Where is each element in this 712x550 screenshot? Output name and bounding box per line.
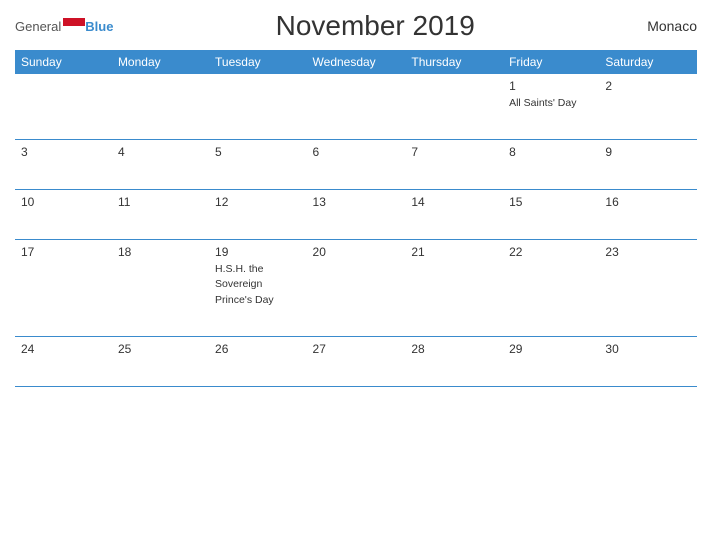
weekday-header-row: Sunday Monday Tuesday Wednesday Thursday… (15, 50, 697, 74)
calendar-cell: 25 (112, 336, 209, 386)
page-header: General Blue November 2019 Monaco (15, 10, 697, 42)
calendar-cell: 23 (599, 239, 697, 336)
day-number: 7 (411, 145, 497, 159)
calendar-cell: 24 (15, 336, 112, 386)
calendar-week-1: 3456789 (15, 139, 697, 189)
day-number: 20 (313, 245, 400, 259)
day-number: 2 (605, 79, 691, 93)
calendar-cell: 26 (209, 336, 306, 386)
day-number: 11 (118, 195, 203, 209)
calendar-week-4: 24 25 26 27 28 29 30 (15, 336, 697, 386)
day-number: 14 (411, 195, 497, 209)
calendar-cell: 5 (209, 139, 306, 189)
calendar-cell: 12 (209, 189, 306, 239)
calendar-week-3: 17 18 19 H.S.H. the Sovereign Prince's Day 2… (15, 239, 697, 336)
calendar-cell: 14 (405, 189, 503, 239)
day-number: 12 (215, 195, 300, 209)
day-number: 26 (215, 342, 300, 356)
day-number: 24 (21, 342, 106, 356)
day-number: 13 (313, 195, 400, 209)
header-thursday: Thursday (405, 50, 503, 74)
month-title: November 2019 (113, 10, 637, 42)
calendar-cell: 10 (15, 189, 112, 239)
day-event: All Saints' Day (509, 97, 576, 109)
calendar-cell: 17 (15, 239, 112, 336)
header-wednesday: Wednesday (307, 50, 406, 74)
calendar-cell: 21 (405, 239, 503, 336)
calendar-cell: 27 (307, 336, 406, 386)
day-number: 16 (605, 195, 691, 209)
calendar-cell: 20 (307, 239, 406, 336)
calendar-week-0: 1 All Saints' Day 2 (15, 74, 697, 139)
calendar-cell: 15 (503, 189, 599, 239)
calendar-cell: 7 (405, 139, 503, 189)
calendar-week-2: 10 11 12 13 14 15 16 (15, 189, 697, 239)
day-number: 1 (509, 79, 593, 93)
calendar-cell: 22 (503, 239, 599, 336)
calendar-cell: 28 (405, 336, 503, 386)
calendar-cell (209, 74, 306, 139)
day-number: 22 (509, 245, 593, 259)
calendar-cell: 2 (599, 74, 697, 139)
day-number: 29 (509, 342, 593, 356)
country-label: Monaco (637, 18, 697, 34)
day-number: 19 (215, 245, 300, 259)
day-event: H.S.H. the Sovereign Prince's Day (215, 263, 274, 306)
calendar-cell: 29 (503, 336, 599, 386)
day-number: 4 (118, 145, 203, 159)
calendar-cell: 4 (112, 139, 209, 189)
calendar-cell: 13 (307, 189, 406, 239)
day-number: 8 (509, 145, 593, 159)
day-number: 28 (411, 342, 497, 356)
calendar-cell (112, 74, 209, 139)
calendar-cell: 19 H.S.H. the Sovereign Prince's Day (209, 239, 306, 336)
calendar-page: General Blue November 2019 Monaco Sunday… (0, 0, 712, 550)
calendar-cell: 8 (503, 139, 599, 189)
day-number: 18 (118, 245, 203, 259)
day-number: 21 (411, 245, 497, 259)
day-number: 27 (313, 342, 400, 356)
day-number: 10 (21, 195, 106, 209)
day-number: 23 (605, 245, 691, 259)
day-number: 25 (118, 342, 203, 356)
logo: General Blue (15, 18, 113, 34)
header-sunday: Sunday (15, 50, 112, 74)
day-number: 15 (509, 195, 593, 209)
calendar-cell: 30 (599, 336, 697, 386)
calendar-cell (15, 74, 112, 139)
day-number: 3 (21, 145, 106, 159)
calendar-cell (307, 74, 406, 139)
header-monday: Monday (112, 50, 209, 74)
logo-blue-text: Blue (85, 19, 113, 34)
header-saturday: Saturday (599, 50, 697, 74)
calendar-cell: 11 (112, 189, 209, 239)
calendar-table: Sunday Monday Tuesday Wednesday Thursday… (15, 50, 697, 387)
calendar-cell: 16 (599, 189, 697, 239)
logo-flag-icon (63, 18, 85, 34)
day-number: 6 (313, 145, 400, 159)
calendar-cell: 9 (599, 139, 697, 189)
calendar-cell: 6 (307, 139, 406, 189)
day-number: 30 (605, 342, 691, 356)
logo-general-text: General (15, 19, 61, 34)
header-friday: Friday (503, 50, 599, 74)
calendar-cell: 3 (15, 139, 112, 189)
calendar-cell: 1 All Saints' Day (503, 74, 599, 139)
header-tuesday: Tuesday (209, 50, 306, 74)
calendar-cell: 18 (112, 239, 209, 336)
day-number: 5 (215, 145, 300, 159)
day-number: 17 (21, 245, 106, 259)
calendar-cell (405, 74, 503, 139)
day-number: 9 (605, 145, 691, 159)
